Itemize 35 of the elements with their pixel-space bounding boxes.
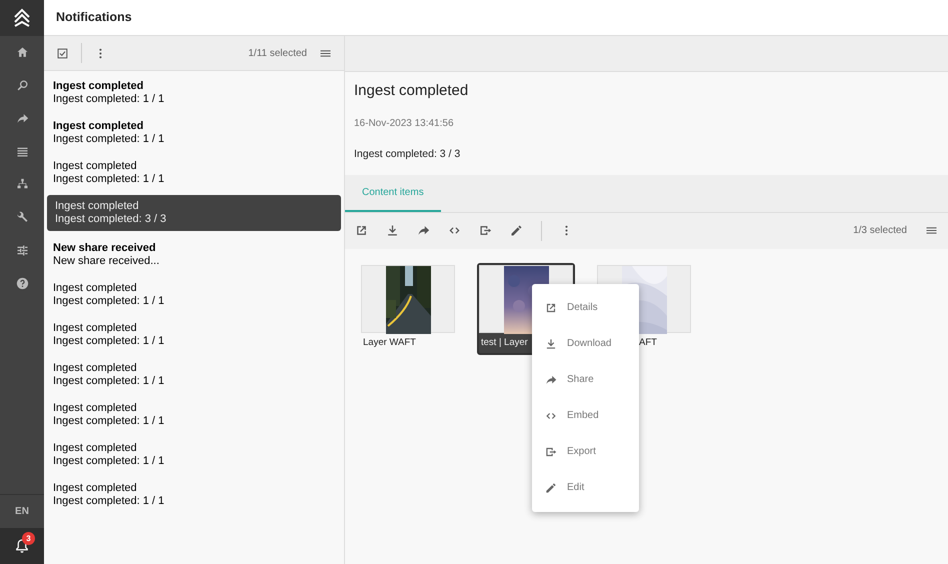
notification-item[interactable]: Ingest completed Ingest completed: 1 / 1 <box>47 357 341 394</box>
notification-item[interactable]: Ingest completed Ingest completed: 1 / 1 <box>47 75 341 112</box>
search-icon <box>14 78 30 93</box>
bell-icon <box>13 537 31 555</box>
notification-item[interactable]: Ingest completed Ingest completed: 1 / 1 <box>47 477 341 514</box>
notification-item[interactable]: Ingest completed Ingest completed: 1 / 1 <box>47 397 341 434</box>
detail-message: Ingest completed: 3 / 3 <box>354 147 462 162</box>
pencil-icon <box>509 223 524 238</box>
selection-count: 1/11 selected <box>248 46 307 60</box>
page-title: Notifications <box>56 9 132 26</box>
notification-item[interactable]: Ingest completed Ingest completed: 1 / 1 <box>47 155 341 192</box>
download-icon <box>544 336 558 351</box>
notification-item[interactable]: Ingest completed Ingest completed: 1 / 1 <box>47 317 341 354</box>
selection-count: 1/3 selected <box>853 224 907 238</box>
notifications-button[interactable]: 3 <box>0 528 44 564</box>
menu-item[interactable]: Export <box>532 434 639 470</box>
notification-badge: 3 <box>22 532 35 545</box>
notification-item[interactable]: New share received New share received... <box>47 237 341 274</box>
notification-item[interactable]: Ingest completed Ingest completed: 1 / 1 <box>47 437 341 474</box>
detail-title: Ingest completed <box>354 82 470 100</box>
download-icon <box>385 223 400 238</box>
logo-icon <box>13 8 31 28</box>
notification-item[interactable]: Ingest completed Ingest completed: 1 / 1 <box>47 115 341 152</box>
pencil-icon <box>544 480 558 495</box>
home-icon <box>14 45 30 60</box>
checkbox-icon <box>55 46 70 60</box>
timestamp: 16-Nov-2023 13:41:56 <box>354 117 455 131</box>
menu-item[interactable]: Embed <box>532 398 639 434</box>
wrench-icon <box>14 210 30 225</box>
menu-item[interactable]: Edit <box>532 470 639 506</box>
menu-item[interactable]: Share <box>532 362 639 398</box>
notification-item[interactable]: Ingest completed Ingest completed: 1 / 1 <box>47 277 341 314</box>
help-icon <box>14 276 30 291</box>
notification-item[interactable]: Ingest completed Ingest completed: 3 / 3 <box>47 195 341 231</box>
sliders-icon <box>14 243 30 258</box>
